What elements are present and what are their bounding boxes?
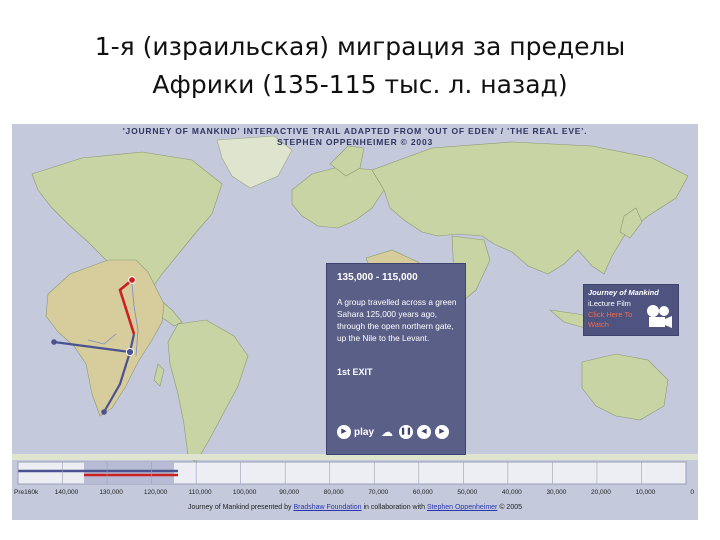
back-arrow-icon[interactable]: ◀ [417,425,431,439]
slide-title-line1: 1-я (израильская) миграция за пределы [94,32,626,61]
slide-title-line2: Африки (135-115 тыс. л. назад) [152,70,568,99]
film-camera-icon [647,305,672,328]
play-triangle-icon[interactable]: ▶ [337,425,351,439]
timeline-tick-label: 20,000 [590,489,611,496]
timeline-tick-label: 10,000 [635,489,656,496]
film-click-link[interactable]: Click Here To Watch [588,310,638,330]
slide-title: 1-я (израильская) миграция за пределы Аф… [40,28,680,104]
play-button[interactable]: play [354,427,374,438]
timeline-tick-label: 70,000 [368,489,389,496]
timeline-range-highlight [84,462,174,484]
forward-arrow-icon[interactable]: ▶ [435,425,449,439]
landmass-africa [45,259,165,417]
info-exit-label: 1st EXIT [337,367,373,377]
timeline-tick-labels: Pre160k 140,000 130,000 120,000 110,000 100,0… [12,489,698,499]
landmass-europe [291,165,385,229]
pause-icon[interactable]: ❚❚ [399,425,413,439]
route-south-dot [101,409,107,415]
timeline-tick-label: Pre160k [14,489,39,496]
credit-org-link[interactable]: Bradshaw Foundation [293,504,361,511]
timeline-tick-label: 40,000 [501,489,522,496]
timeline-tick-label: 110,000 [188,489,212,496]
film-subtitle: iLecture Film [588,299,631,308]
film-title: Journey of Mankind [588,288,659,297]
timeline-tick-label: 120,000 [143,489,168,496]
timeline-tick-label: 90,000 [279,489,300,496]
info-description: A group travelled across a green Sahara … [337,297,457,343]
film-link-box[interactable]: Journey of Mankind iLecture Film Click H… [583,284,679,336]
landmass-australia [581,353,669,421]
credit-suffix: © 2005 [499,504,523,511]
cloud-icon[interactable]: ☁ [381,425,393,439]
timeline-scale [17,461,687,485]
credit-author-link[interactable]: Stephen Oppenheimer [427,504,497,511]
timeline-tick-label: 130,000 [99,489,123,496]
map-header: 'JOURNEY OF MANKIND' INTERACTIVE TRAIL A… [12,126,698,148]
route-levant-dot [128,276,136,284]
timeline-tick-label: 50,000 [457,489,478,496]
timeline-tick-label: 0 [690,489,694,496]
landmass-madagascar [153,363,165,387]
map-frame[interactable]: 'JOURNEY OF MANKIND' INTERACTIVE TRAIL A… [12,124,698,520]
timeline-tick-label: 100,000 [232,489,257,496]
route-west-dot [51,339,57,345]
credit-middle: in collaboration with [363,504,425,511]
timeline-tick-label: 80,000 [323,489,344,496]
info-panel: 135,000 - 115,000 A group travelled acro… [326,263,466,455]
info-date-range: 135,000 - 115,000 [337,272,418,283]
timeline-tick-label: 30,000 [546,489,567,496]
credit-prefix: Journey of Mankind presented by [187,504,292,511]
map-header-line2: STEPHEN OPPENHEIMER © 2003 [276,137,434,147]
landmass-asia [371,141,689,275]
timeline-tick-label: 140,000 [54,489,79,496]
landmass-south-america [167,319,249,463]
credit-line: Journey of Mankind presented by Bradshaw… [12,504,698,511]
timeline-tick-label: 60,000 [412,489,433,496]
map-header-line1: 'JOURNEY OF MANKIND' INTERACTIVE TRAIL A… [122,126,588,136]
route-origin-dot [125,347,135,357]
